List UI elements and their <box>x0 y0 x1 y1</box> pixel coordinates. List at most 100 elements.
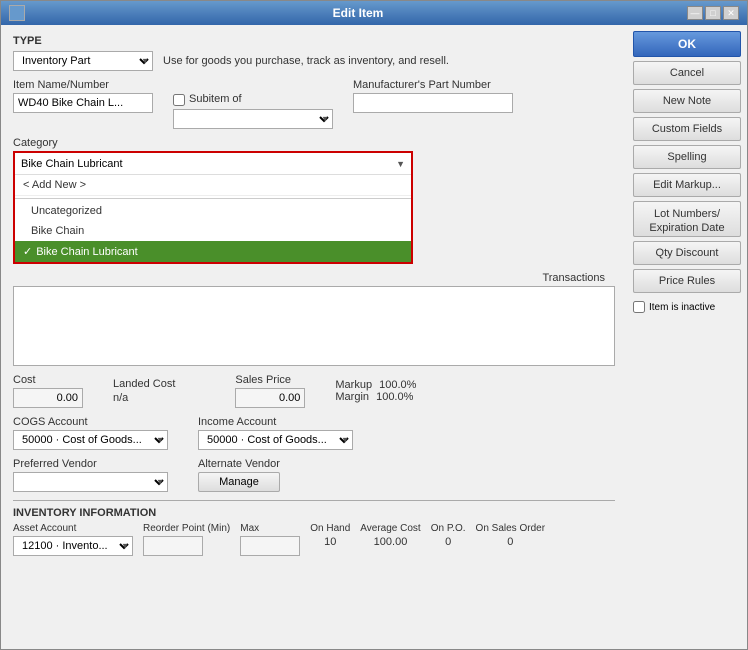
edit-markup-button[interactable]: Edit Markup... <box>633 173 741 197</box>
max-col: Max <box>240 523 300 556</box>
margin-row: Margin 100.0% <box>335 391 416 403</box>
asset-account-wrapper[interactable]: 12100 · Invento... <box>13 536 133 556</box>
sales-price-label: Sales Price <box>235 374 305 386</box>
lot-numbers-button[interactable]: Lot Numbers/ Expiration Date <box>633 201 741 237</box>
type-select[interactable]: Inventory Part <box>13 51 153 71</box>
category-option-bike-chain[interactable]: Bike Chain <box>15 221 411 241</box>
subitem-col: Subitem of <box>173 93 333 129</box>
manufacturer-label: Manufacturer's Part Number <box>353 79 513 91</box>
average-cost-value: 100.00 <box>374 536 408 548</box>
preferred-vendor-wrapper[interactable] <box>13 472 168 492</box>
category-option-lubricant-text: Bike Chain Lubricant <box>36 246 138 258</box>
category-dropdown-arrow: ▼ <box>396 159 405 169</box>
category-dropdown-list: < Add New > Uncategorized Bike Chain ✓ B… <box>15 175 411 262</box>
ok-button[interactable]: OK <box>633 31 741 57</box>
income-select-wrapper[interactable]: 50000 · Cost of Goods... <box>198 430 353 450</box>
markup-value: 100.0% <box>379 379 416 391</box>
transactions-section: Transactions <box>13 272 615 366</box>
markup-row: Markup 100.0% <box>335 379 416 391</box>
on-po-label: On P.O. <box>431 523 466 534</box>
manufacturer-input[interactable] <box>353 93 513 113</box>
subitem-select-wrapper[interactable] <box>173 109 333 129</box>
category-label: Category <box>13 137 615 149</box>
sales-price-item: Sales Price <box>235 374 305 408</box>
average-cost-col: Average Cost 100.00 <box>360 523 420 548</box>
reorder-label: Reorder Point (Min) <box>143 523 230 534</box>
transactions-area <box>13 286 615 366</box>
preferred-vendor-select[interactable] <box>13 472 168 492</box>
inventory-section: INVENTORY INFORMATION Asset Account 1210… <box>13 500 615 556</box>
on-hand-value: 10 <box>324 536 336 548</box>
category-add-new[interactable]: < Add New > <box>15 175 411 196</box>
price-rules-button[interactable]: Price Rules <box>633 269 741 293</box>
on-po-col: On P.O. 0 <box>431 523 466 548</box>
close-button[interactable]: ✕ <box>723 6 739 20</box>
income-select[interactable]: 50000 · Cost of Goods... <box>198 430 353 450</box>
right-panel: OK Cancel New Note Custom Fields Spellin… <box>627 25 747 649</box>
cogs-label: COGS Account <box>13 416 168 428</box>
item-name-col: Item Name/Number <box>13 79 153 113</box>
item-name-input[interactable] <box>13 93 153 113</box>
type-description: Use for goods you purchase, track as inv… <box>163 55 449 67</box>
cogs-select[interactable]: 50000 · Cost of Goods... <box>13 430 168 450</box>
alternate-vendor-label: Alternate Vendor <box>198 458 280 470</box>
inventory-title: INVENTORY INFORMATION <box>13 507 615 519</box>
cogs-select-wrapper[interactable]: 50000 · Cost of Goods... <box>13 430 168 450</box>
window-content: TYPE Inventory Part Use for goods you pu… <box>1 25 747 649</box>
margin-label: Margin <box>335 391 369 403</box>
income-label: Income Account <box>198 416 353 428</box>
on-hand-label: On Hand <box>310 523 350 534</box>
category-option-uncategorized[interactable]: Uncategorized <box>15 201 411 221</box>
sales-price-input[interactable] <box>235 388 305 408</box>
max-label: Max <box>240 523 300 534</box>
type-section: TYPE Inventory Part Use for goods you pu… <box>13 35 615 71</box>
transactions-label: Transactions <box>542 272 605 284</box>
maximize-button[interactable]: □ <box>705 6 721 20</box>
manufacturer-col: Manufacturer's Part Number <box>353 79 513 113</box>
cogs-account-item: COGS Account 50000 · Cost of Goods... <box>13 416 168 450</box>
window-icon <box>9 5 25 21</box>
asset-account-col: Asset Account 12100 · Invento... <box>13 523 133 556</box>
cancel-button[interactable]: Cancel <box>633 61 741 85</box>
window-title: Edit Item <box>29 6 687 20</box>
cost-row: Cost Landed Cost n/a Sales Price Markup … <box>13 374 615 408</box>
title-bar: Edit Item — □ ✕ <box>1 1 747 25</box>
average-cost-label: Average Cost <box>360 523 420 534</box>
inventory-grid: Asset Account 12100 · Invento... Reorder… <box>13 523 615 556</box>
landed-cost-label: Landed Cost <box>113 378 175 390</box>
category-selected-text: Bike Chain Lubricant <box>21 158 123 170</box>
preferred-vendor-label: Preferred Vendor <box>13 458 168 470</box>
custom-fields-button[interactable]: Custom Fields <box>633 117 741 141</box>
manage-button[interactable]: Manage <box>198 472 280 492</box>
asset-account-select[interactable]: 12100 · Invento... <box>13 536 133 556</box>
reorder-point-input[interactable] <box>143 536 203 556</box>
subitem-checkbox[interactable] <box>173 94 185 106</box>
cost-input[interactable] <box>13 388 83 408</box>
on-sales-order-value: 0 <box>507 536 513 548</box>
qty-discount-button[interactable]: Qty Discount <box>633 241 741 265</box>
category-divider <box>15 198 411 199</box>
preferred-vendor-col: Preferred Vendor <box>13 458 168 492</box>
subitem-select[interactable] <box>173 109 333 129</box>
new-note-button[interactable]: New Note <box>633 89 741 113</box>
item-name-section: Item Name/Number Subitem of Manufacturer… <box>13 79 615 129</box>
income-account-item: Income Account 50000 · Cost of Goods... <box>198 416 353 450</box>
category-selected-row[interactable]: Bike Chain Lubricant ▼ <box>15 153 411 175</box>
spelling-button[interactable]: Spelling <box>633 145 741 169</box>
minimize-button[interactable]: — <box>687 6 703 20</box>
reorder-point-col: Reorder Point (Min) <box>143 523 230 556</box>
type-label: TYPE <box>13 35 615 47</box>
cost-item: Cost <box>13 374 83 408</box>
main-area: TYPE Inventory Part Use for goods you pu… <box>1 25 627 649</box>
category-dropdown[interactable]: Bike Chain Lubricant ▼ < Add New > Uncat… <box>13 151 413 264</box>
subitem-label: Subitem of <box>189 93 242 105</box>
selected-checkmark: ✓ <box>23 245 32 258</box>
max-input[interactable] <box>240 536 300 556</box>
type-select-wrapper[interactable]: Inventory Part <box>13 51 153 71</box>
on-sales-order-label: On Sales Order <box>476 523 545 534</box>
item-inactive-row: Item is inactive <box>633 301 741 313</box>
edit-item-window: Edit Item — □ ✕ TYPE Inventory Part Use … <box>0 0 748 650</box>
account-row: COGS Account 50000 · Cost of Goods... In… <box>13 416 615 450</box>
item-inactive-checkbox[interactable] <box>633 301 645 313</box>
category-option-bike-chain-lubricant[interactable]: ✓ Bike Chain Lubricant <box>15 241 411 262</box>
